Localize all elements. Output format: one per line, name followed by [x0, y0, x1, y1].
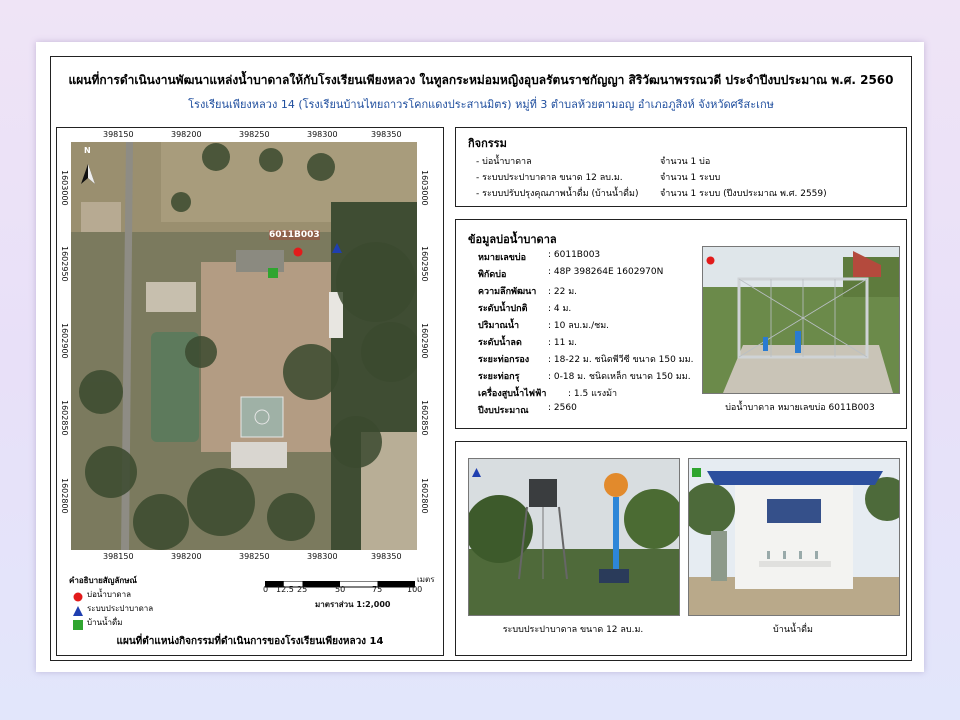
- scale-label: 100: [407, 585, 423, 594]
- y-tick-right: 1602800: [420, 478, 429, 514]
- x-tick-top: 398300: [307, 130, 338, 139]
- map-sheet: แผนที่การดำเนินงานพัฒนาแหล่งน้ำบาดาลให้ก…: [36, 42, 924, 672]
- x-tick-bottom: 398250: [239, 552, 270, 561]
- y-tick-left: 1602950: [60, 246, 69, 282]
- photos-panel: ระบบประปาบาดาล ขนาด 12 ลบ.ม. บ้านน้ำดื่ม: [455, 441, 907, 656]
- x-tick-bottom: 398150: [103, 552, 134, 561]
- y-tick-right: 1602950: [420, 246, 429, 282]
- x-tick-top: 398150: [103, 130, 134, 139]
- drinking-house-photo-image: [689, 459, 899, 615]
- activity-name: - ระบบประปาบาดาล ขนาด 12 ลบ.ม.: [476, 173, 623, 183]
- scale-label: 12.5: [276, 585, 294, 594]
- activity-name: - บ่อน้ำบาดาล: [476, 157, 532, 167]
- x-tick-top: 398200: [171, 130, 202, 139]
- water-system-photo[interactable]: [468, 458, 680, 616]
- well-marker-icon[interactable]: [293, 242, 303, 261]
- scale-label: 75: [372, 585, 383, 594]
- legend-title: คำอธิบายสัญลักษณ์: [69, 576, 137, 585]
- activity-amount: จำนวน 1 ระบบ (ปีงบประมาณ พ.ศ. 2559): [660, 189, 827, 199]
- well-info-value: : 10 ลบ.ม./ชม.: [548, 321, 610, 331]
- well-info-value: : 6011B003: [548, 250, 601, 260]
- well-info-key: ระยะท่อกรุ: [478, 372, 520, 382]
- drinking-house-caption: บ้านน้ำดื่ม: [773, 625, 813, 635]
- map-frame: แผนที่การดำเนินงานพัฒนาแหล่งน้ำบาดาลให้ก…: [50, 56, 912, 661]
- well-info-title: ข้อมูลบ่อน้ำบาดาล: [468, 233, 557, 246]
- well-photo-marker-icon: [706, 250, 715, 269]
- x-tick-top: 398350: [371, 130, 402, 139]
- x-tick-bottom: 398300: [307, 552, 338, 561]
- north-label: N: [84, 146, 91, 155]
- well-info-value: : 48P 398264E 1602970N: [548, 267, 664, 277]
- legend-drinking-house-icon: [73, 615, 83, 634]
- activity-amount: จำนวน 1 บ่อ: [660, 157, 711, 167]
- scale-ratio: มาตราส่วน 1:2,000: [315, 600, 391, 609]
- activities-title: กิจกรรม: [468, 137, 507, 150]
- legend-item: ระบบประปาบาดาล: [87, 604, 154, 613]
- x-tick-top: 398250: [239, 130, 270, 139]
- well-info-key: หมายเลขบ่อ: [478, 253, 527, 263]
- well-photo-image: [703, 247, 899, 393]
- drinking-house-photo-marker-icon: [692, 462, 701, 481]
- drinking-house-marker-icon[interactable]: [268, 263, 278, 282]
- scale-label: 0: [263, 585, 269, 594]
- well-photo-caption: บ่อน้ำบาดาล หมายเลขบ่อ 6011B003: [725, 403, 875, 413]
- well-info-key: ปีงบประมาณ: [478, 406, 529, 416]
- well-info-key: ระดับน้ำปกติ: [478, 304, 528, 314]
- water-system-photo-marker-icon: [472, 462, 481, 481]
- y-tick-right: 1602850: [420, 400, 429, 436]
- y-tick-left: 1602800: [60, 478, 69, 514]
- well-info-key: พิกัดบ่อ: [478, 270, 507, 280]
- activities-panel: กิจกรรม - บ่อน้ำบาดาล จำนวน 1 บ่อ - ระบบ…: [455, 127, 907, 207]
- y-tick-right: 1602900: [420, 323, 429, 359]
- well-info-value: : 4 ม.: [548, 304, 572, 314]
- page-subtitle: โรงเรียนเพียงหลวง 14 (โรงเรียนบ้านไทยถาว…: [188, 98, 774, 111]
- well-label: 6011B003: [269, 230, 320, 240]
- well-info-key: เครื่องสูบน้ำไฟฟ้า: [478, 389, 547, 399]
- well-info-panel: ข้อมูลบ่อน้ำบาดาล หมายเลขบ่อ : 6011B003 …: [455, 219, 907, 429]
- activity-amount: จำนวน 1 ระบบ: [660, 173, 721, 183]
- well-info-value: : 22 ม.: [548, 287, 577, 297]
- y-tick-right: 1603000: [420, 170, 429, 206]
- water-system-photo-image: [469, 459, 679, 615]
- scale-unit: เมตร: [417, 575, 435, 584]
- legend-item: บ้านน้ำดื่ม: [87, 618, 123, 627]
- scale-label: 50: [335, 585, 346, 594]
- well-info-key: ระดับน้ำลด: [478, 338, 522, 348]
- y-tick-left: 1602850: [60, 400, 69, 436]
- scale-label: 25: [297, 585, 308, 594]
- satellite-map[interactable]: N 6011B003: [71, 142, 417, 550]
- legend-item: บ่อน้ำบาดาล: [87, 590, 132, 599]
- well-info-key: ระยะท่อกรอง: [478, 355, 530, 365]
- well-info-value: : 18-22 ม. ชนิดพีวีซี ขนาด 150 มม.: [548, 355, 694, 365]
- y-tick-left: 1602900: [60, 323, 69, 359]
- well-info-value: : 11 ม.: [548, 338, 577, 348]
- page-title: แผนที่การดำเนินงานพัฒนาแหล่งน้ำบาดาลให้ก…: [68, 73, 894, 87]
- well-photo[interactable]: [702, 246, 900, 394]
- drinking-house-photo[interactable]: [688, 458, 900, 616]
- north-arrow-icon: [77, 150, 99, 186]
- well-info-value: : 1.5 แรงม้า: [568, 389, 618, 399]
- water-system-caption: ระบบประปาบาดาล ขนาด 12 ลบ.ม.: [502, 625, 644, 635]
- y-tick-left: 1603000: [60, 170, 69, 206]
- map-caption: แผนที่ตำแหน่งกิจกรรมที่ดำเนินการของโรงเร…: [116, 636, 384, 647]
- water-system-marker-icon[interactable]: [332, 238, 342, 257]
- well-info-value: : 2560: [548, 403, 577, 413]
- map-panel: 398150 398200 398250 398300 398350 39815…: [56, 127, 444, 656]
- well-info-key: ความลึกพัฒนา: [478, 287, 537, 297]
- activity-name: - ระบบปรับปรุงคุณภาพน้ำดื่ม (บ้านน้ำดื่ม…: [476, 189, 639, 199]
- satellite-image: [71, 142, 417, 550]
- x-tick-bottom: 398350: [371, 552, 402, 561]
- x-tick-bottom: 398200: [171, 552, 202, 561]
- well-info-key: ปริมาณน้ำ: [478, 321, 520, 331]
- well-info-value: : 0-18 ม. ชนิดเหล็ก ขนาด 150 มม.: [548, 372, 691, 382]
